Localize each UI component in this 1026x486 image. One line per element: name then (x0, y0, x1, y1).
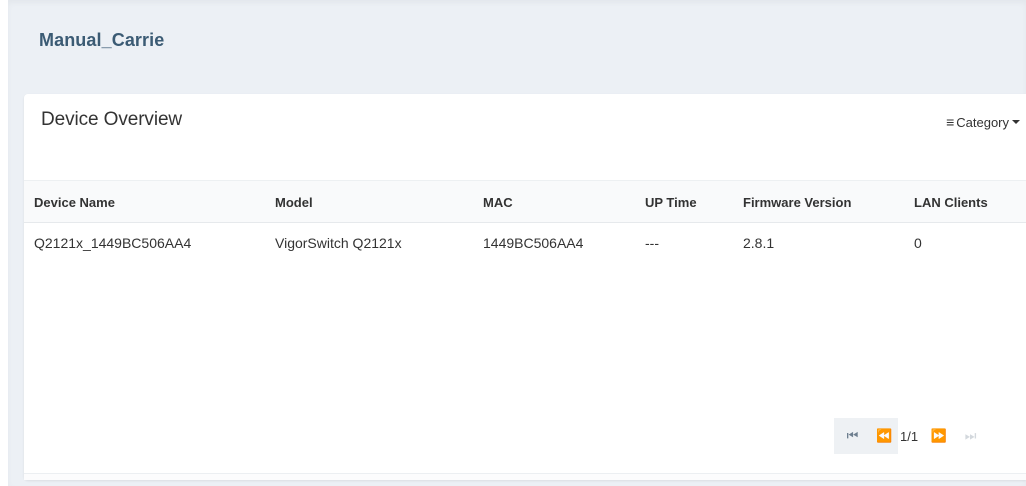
previous-page-button[interactable]: ⏪ (866, 418, 898, 454)
pagination: ⏮ ⏪ 1/1 ⏩ ⏭ (834, 418, 985, 454)
cell-lan-clients: 0 (914, 235, 922, 251)
menu-icon: ≡ (946, 114, 955, 130)
column-header-mac[interactable]: MAC (483, 195, 513, 210)
cell-up-time: --- (645, 235, 659, 251)
column-header-firmware-version[interactable]: Firmware Version (743, 195, 851, 210)
column-header-up-time[interactable]: UP Time (645, 195, 697, 210)
page-indicator: 1/1 (900, 428, 919, 444)
cell-firmware-version: 2.8.1 (743, 235, 775, 251)
cell-device-name: Q2121x_1449BC506AA4 (34, 235, 192, 251)
column-header-lan-clients[interactable]: LAN Clients (914, 195, 988, 210)
device-overview-card: Device Overview ≡ Category Device Name M… (24, 94, 1026, 480)
caret-down-icon (1012, 120, 1020, 124)
category-label: Category (956, 114, 1009, 130)
cell-model: VigorSwitch Q2121x (275, 235, 402, 251)
next-page-button[interactable]: ⏩ (920, 418, 953, 454)
column-header-device-name[interactable]: Device Name (34, 195, 115, 210)
first-page-button[interactable]: ⏮ (834, 418, 866, 454)
last-page-button[interactable]: ⏭ (952, 418, 985, 454)
table-header: Device Name Model MAC UP Time Firmware V… (24, 180, 1026, 223)
table-row[interactable]: Q2121x_1449BC506AA4 VigorSwitch Q2121x 1… (24, 223, 1026, 263)
page-title: Manual_Carrie (39, 30, 165, 50)
card-footer (24, 473, 1026, 480)
cell-mac: 1449BC506AA4 (483, 235, 584, 251)
column-header-model[interactable]: Model (275, 195, 313, 210)
category-dropdown-button[interactable]: ≡ Category (946, 114, 1020, 130)
card-title: Device Overview (41, 109, 183, 130)
page-shell: Manual_Carrie Device Overview ≡ Category… (8, 0, 1026, 486)
